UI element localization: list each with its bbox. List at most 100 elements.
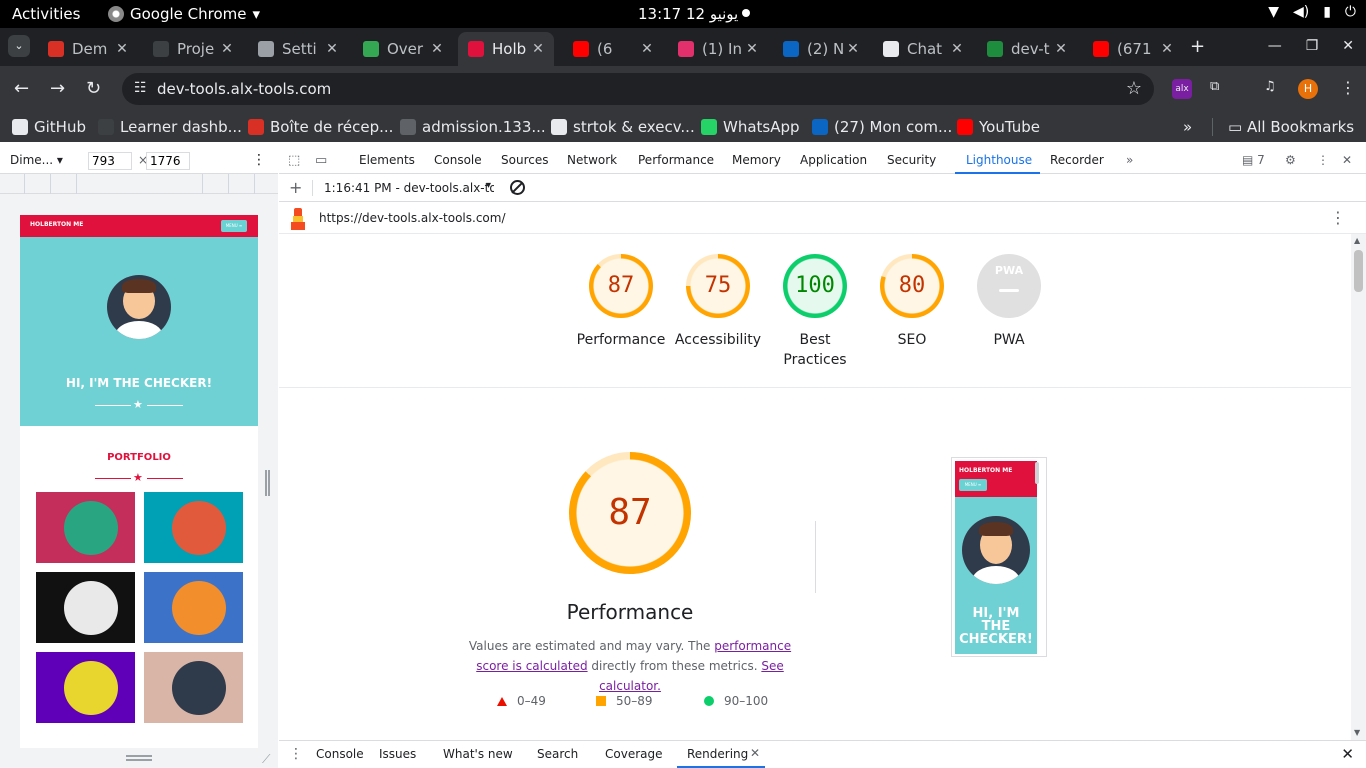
activities-button[interactable]: Activities [12, 5, 80, 23]
mobile-brand[interactable]: HOLBERTON ME [30, 221, 83, 228]
score-gauge-performance[interactable]: 87 Performance [573, 254, 669, 350]
settings-gear-icon[interactable]: ⚙ [1285, 153, 1296, 167]
report-selector[interactable]: 1:16:41 PM - dev-tools.alx-tools.com [324, 181, 494, 195]
portfolio-tile[interactable] [144, 492, 243, 563]
device-width-input[interactable] [88, 152, 132, 170]
close-tab-icon[interactable]: ✕ [947, 41, 967, 57]
new-tab-button[interactable]: + [1190, 36, 1205, 57]
close-devtools-icon[interactable]: ✕ [1342, 153, 1352, 167]
scroll-down-icon[interactable]: ▼ [1354, 728, 1360, 737]
browser-tab[interactable]: Setti ✕ [248, 32, 348, 66]
app-menu[interactable]: Google Chrome ▾ [108, 5, 260, 23]
viewport-resize-handle-horizontal[interactable] [265, 470, 270, 496]
devtools-tab-sources[interactable]: Sources [501, 153, 548, 167]
maximize-icon[interactable]: ❐ [1306, 38, 1319, 54]
score-gauge-best-practices[interactable]: 100 Best Practices [767, 254, 863, 370]
address-url[interactable]: dev-tools.alx-tools.com [157, 80, 331, 98]
score-gauge-seo[interactable]: 80 SEO [864, 254, 960, 350]
bookmark-star-icon[interactable]: ☆ [1126, 78, 1142, 99]
device-options-icon[interactable]: ⋮ [252, 152, 266, 168]
bookmark-item[interactable]: strtok & execv... [551, 118, 695, 136]
clear-reports-icon[interactable] [510, 180, 525, 195]
mobile-page-preview[interactable]: HOLBERTON ME MENU ≡ HI, I'M THE CHECKER!… [20, 215, 258, 748]
browser-tab[interactable]: dev-t ✕ [977, 32, 1077, 66]
new-report-icon[interactable]: + [289, 178, 302, 197]
report-scrollbar[interactable]: ▲ ▼ [1351, 234, 1366, 740]
report-menu-icon[interactable]: ⋮ [1330, 208, 1346, 227]
device-height-input[interactable] [146, 152, 190, 170]
devtools-tab-security[interactable]: Security [887, 153, 936, 167]
devtools-tab-elements[interactable]: Elements [359, 153, 415, 167]
bookmark-item[interactable]: YouTube [957, 118, 1040, 136]
system-tray[interactable]: ▼ ◀) ▮ ⏻ [1268, 4, 1356, 20]
devtools-tab-memory[interactable]: Memory [732, 153, 781, 167]
back-icon[interactable]: ← [14, 78, 29, 99]
devtools-tab-lighthouse[interactable]: Lighthouse [966, 153, 1032, 167]
browser-tab[interactable]: (2) N ✕ [773, 32, 869, 66]
score-gauge-accessibility[interactable]: 75 Accessibility [670, 254, 766, 350]
drawer-tab-issues[interactable]: Issues [379, 747, 416, 761]
close-tab-icon[interactable]: ✕ [1157, 41, 1177, 57]
portfolio-tile[interactable] [36, 572, 135, 643]
devtools-menu-icon[interactable]: ⋮ [1317, 153, 1329, 167]
close-tab-icon[interactable]: ✕ [843, 41, 863, 57]
bookmark-item[interactable]: WhatsApp [701, 118, 800, 136]
portfolio-tile[interactable] [144, 652, 243, 723]
browser-tab[interactable]: Dem ✕ [38, 32, 138, 66]
address-bar[interactable]: ☷ dev-tools.alx-tools.com ☆ [122, 73, 1154, 105]
browser-tab[interactable]: (1) In ✕ [668, 32, 768, 66]
issues-counter[interactable]: ▤ 7 [1242, 153, 1265, 167]
clock[interactable]: 13:17 12 يونيو [638, 5, 738, 23]
extensions-icon[interactable]: ⧉ [1210, 79, 1219, 99]
browser-tab[interactable]: (6 ✕ [563, 32, 663, 66]
close-tab-icon[interactable]: ✕ [1051, 41, 1071, 57]
alx-extension-icon[interactable]: alx [1172, 79, 1192, 99]
devtools-tab-console[interactable]: Console [434, 153, 482, 167]
bookmark-item[interactable]: Boîte de récep... [248, 118, 393, 136]
device-toggle-icon[interactable]: ▭ [315, 153, 327, 168]
bookmark-item[interactable]: GitHub [12, 118, 86, 136]
browser-tab[interactable]: (671 ✕ [1083, 32, 1183, 66]
browser-tab[interactable]: Chat ✕ [873, 32, 973, 66]
report-url[interactable]: https://dev-tools.alx-tools.com/ [319, 211, 506, 225]
final-screenshot[interactable]: HOLBERTON ME MENU ≡ HI, I'M THE CHECKER! [951, 457, 1047, 657]
minimize-icon[interactable]: — [1268, 38, 1282, 54]
chevron-down-icon[interactable]: ▾ [486, 180, 491, 191]
close-drawer-icon[interactable]: ✕ [1341, 745, 1354, 763]
drawer-menu-icon[interactable]: ⋮ [289, 746, 303, 762]
drawer-tab-search[interactable]: Search [537, 747, 578, 761]
devtools-tab-network[interactable]: Network [567, 153, 617, 167]
bookmark-item[interactable]: admission.133... [400, 118, 546, 136]
viewport-resize-handle-vertical[interactable] [126, 755, 152, 761]
portfolio-tile[interactable] [144, 572, 243, 643]
close-tab-icon[interactable]: ✕ [742, 41, 762, 57]
portfolio-tile[interactable] [36, 492, 135, 563]
close-tab-icon[interactable]: ✕ [217, 41, 237, 57]
browser-tab[interactable]: Holb ✕ [458, 32, 554, 66]
score-gauge-pwa[interactable]: PWA PWA [961, 254, 1057, 350]
scroll-up-icon[interactable]: ▲ [1354, 236, 1360, 245]
drawer-tab-console[interactable]: Console [316, 747, 364, 761]
drawer-tab-coverage[interactable]: Coverage [605, 747, 663, 761]
mobile-menu-button[interactable]: MENU ≡ [221, 220, 247, 232]
reload-icon[interactable]: ↻ [86, 78, 101, 99]
close-rendering-tab-icon[interactable]: ✕ [750, 746, 760, 760]
devtools-tab-application[interactable]: Application [800, 153, 867, 167]
close-icon[interactable]: ✕ [1342, 38, 1354, 54]
more-tabs-button[interactable]: » [1126, 153, 1133, 167]
bookmark-item[interactable]: (27) Mon com... [812, 118, 952, 136]
forward-icon[interactable]: → [50, 78, 65, 99]
scrollbar-thumb[interactable] [1354, 250, 1363, 292]
media-control-icon[interactable]: ♫ [1264, 79, 1276, 99]
bookmarks-overflow-button[interactable]: » [1183, 118, 1192, 136]
all-bookmarks-button[interactable]: ▭ All Bookmarks [1228, 118, 1354, 136]
bookmark-item[interactable]: Learner dashb... [98, 118, 242, 136]
portfolio-tile[interactable] [36, 652, 135, 723]
inspect-element-icon[interactable]: ⬚ [288, 153, 300, 168]
viewport-resize-handle-corner[interactable]: ⟋ [262, 752, 270, 767]
dimensions-dropdown[interactable]: Dime... ▾ [10, 153, 63, 167]
tab-search-button[interactable]: ⌄ [8, 35, 30, 57]
browser-tab[interactable]: Proje ✕ [143, 32, 243, 66]
close-tab-icon[interactable]: ✕ [528, 41, 548, 57]
chrome-menu-icon[interactable]: ⋮ [1340, 78, 1356, 97]
